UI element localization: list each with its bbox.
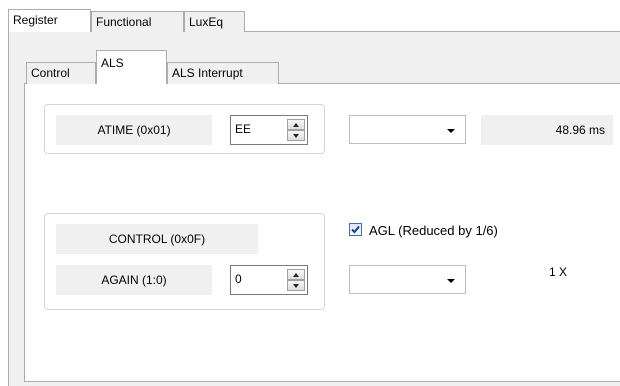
tab-luxeq-label: LuxEq: [189, 15, 224, 29]
atime-readout-text: 48.96 ms: [555, 123, 605, 137]
arrow-down-icon: [293, 284, 299, 288]
atime-spin-up-button[interactable]: [287, 119, 305, 130]
agl-checkbox-label: AGL (Reduced by 1/6): [369, 223, 498, 238]
gain-readout: 1 X: [549, 265, 568, 279]
arrow-up-icon: [293, 273, 299, 277]
control-label-text: CONTROL (0x0F): [108, 232, 206, 246]
agl-checkbox[interactable]: [349, 223, 362, 236]
atime-value[interactable]: EE: [235, 122, 251, 136]
tab-functional[interactable]: Functional: [91, 11, 184, 32]
atime-label: ATIME (0x01): [56, 115, 212, 145]
control-label: CONTROL (0x0F): [56, 224, 258, 254]
atime-readout: 48.96 ms: [481, 115, 613, 145]
atime-label-text: ATIME (0x01): [97, 123, 171, 137]
arrow-down-icon: [293, 134, 299, 138]
again-label: AGAIN (1:0): [56, 265, 212, 295]
dropdown-arrow-icon: [447, 279, 455, 283]
agl-checkbox-row[interactable]: AGL (Reduced by 1/6): [349, 222, 579, 240]
again-value[interactable]: 0: [235, 272, 242, 286]
again-spin-down-button[interactable]: [287, 280, 305, 291]
tab-als[interactable]: ALS: [96, 50, 167, 84]
tab-register[interactable]: Register: [8, 9, 91, 32]
tab-functional-label: Functional: [96, 15, 152, 29]
dropdown-arrow-icon: [447, 129, 455, 133]
tab-als-interrupt-label: ALS Interrupt: [172, 66, 243, 80]
atime-spinner[interactable]: EE: [230, 115, 308, 145]
again-spin-up-button[interactable]: [287, 269, 305, 280]
tab-control[interactable]: Control: [26, 62, 96, 84]
arrow-up-icon: [293, 123, 299, 127]
tab-als-interrupt[interactable]: ALS Interrupt: [167, 62, 279, 84]
again-spinner[interactable]: 0: [230, 265, 308, 295]
tab-control-label: Control: [31, 66, 70, 80]
again-label-text: AGAIN (1:0): [101, 273, 167, 287]
tab-luxeq[interactable]: LuxEq: [184, 11, 245, 32]
again-dropdown[interactable]: [349, 265, 466, 294]
atime-dropdown[interactable]: [349, 115, 466, 144]
atime-spin-down-button[interactable]: [287, 130, 305, 141]
checkmark-icon: [351, 225, 360, 234]
tab-als-label: ALS: [101, 56, 124, 70]
tab-register-label: Register: [13, 13, 58, 27]
